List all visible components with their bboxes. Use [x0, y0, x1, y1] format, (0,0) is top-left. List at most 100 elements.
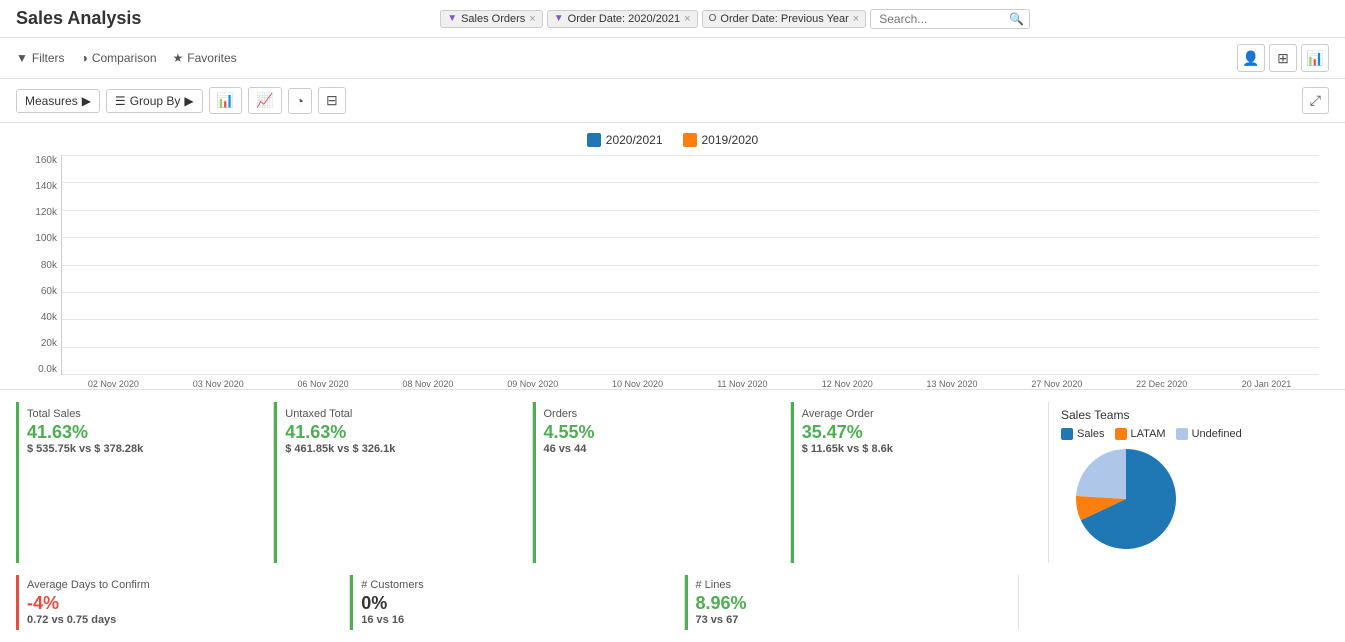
- x-axis-label: 22 Dec 2020: [1109, 379, 1214, 389]
- group-by-icon: ☰: [115, 94, 126, 108]
- x-axis-label: 20 Jan 2021: [1214, 379, 1319, 389]
- comparison-button[interactable]: ◑ Comparison: [81, 51, 157, 65]
- pie-legend-label: Undefined: [1192, 428, 1242, 440]
- x-axis-label: 10 Nov 2020: [585, 379, 690, 389]
- kpi-col: Average Order 35.47% $ 11.65k vs $ 8.6k: [791, 402, 1049, 563]
- chart-legend: 2020/2021 2019/2020: [16, 133, 1329, 147]
- funnel-icon: ▼: [554, 13, 564, 24]
- kpi-sub: 73 vs 67: [696, 614, 1006, 626]
- pie-chart-button[interactable]: ◔: [288, 88, 312, 114]
- filter-tag[interactable]: OOrder Date: Previous Year×: [702, 10, 867, 28]
- funnel-icon: ▼: [447, 13, 457, 24]
- view-chart-button[interactable]: 📊: [1301, 44, 1329, 72]
- kpi-sub: 0.72 vs 0.75 days: [27, 614, 337, 626]
- filters-label: Filters: [32, 51, 65, 65]
- pie-legend-color: [1115, 428, 1127, 440]
- x-axis-label: 12 Nov 2020: [795, 379, 900, 389]
- x-axis-label: 06 Nov 2020: [271, 379, 376, 389]
- filters-button[interactable]: ▼ Filters: [16, 51, 65, 65]
- filter-tag-label: Order Date: Previous Year: [720, 13, 848, 25]
- y-axis-label: 40k: [41, 312, 57, 323]
- x-axis-label: 02 Nov 2020: [61, 379, 166, 389]
- x-axis-label: 09 Nov 2020: [480, 379, 585, 389]
- group-by-arrow-icon: ▶: [184, 94, 193, 108]
- filter-close-icon[interactable]: ×: [529, 13, 535, 25]
- line-chart-button[interactable]: 📈: [248, 87, 281, 114]
- toolbar-left: Measures ▶ ☰ Group By ▶ 📊 📈 ◔ ⊟: [16, 87, 346, 114]
- x-axis-label: 11 Nov 2020: [690, 379, 795, 389]
- favorites-icon: ★: [173, 51, 184, 65]
- search-box[interactable]: 🔍: [870, 9, 1030, 29]
- x-axis-label: 27 Nov 2020: [1004, 379, 1109, 389]
- favorites-button[interactable]: ★ Favorites: [173, 51, 237, 65]
- filter-tag[interactable]: ▼Order Date: 2020/2021×: [547, 10, 698, 28]
- kpi-title: Total Sales: [27, 408, 261, 420]
- kpi-percentage: 0%: [361, 593, 671, 614]
- table-view-button[interactable]: ⊟: [318, 87, 346, 114]
- x-axis-label: 03 Nov 2020: [166, 379, 271, 389]
- search-icon[interactable]: 🔍: [1009, 12, 1024, 26]
- filter-icon: ▼: [16, 51, 28, 65]
- chart-area: 2020/2021 2019/2020 160k140k120k100k80k6…: [0, 123, 1345, 389]
- pie-legend-color: [1061, 428, 1073, 440]
- legend-label-blue: 2020/2021: [606, 133, 663, 147]
- legend-item-orange: 2019/2020: [683, 133, 759, 147]
- kpi-title: Orders: [544, 408, 778, 420]
- measures-label: Measures: [25, 94, 78, 108]
- second-nav: ▼ Filters ◑ Comparison ★ Favorites 👤 ⊞ 📊: [0, 38, 1345, 79]
- filter-tags: ▼Sales Orders×▼Order Date: 2020/2021×OOr…: [141, 9, 1329, 29]
- y-axis-label: 60k: [41, 286, 57, 297]
- measures-arrow-icon: ▶: [82, 94, 91, 108]
- kpi-title: Average Order: [802, 408, 1036, 420]
- legend-color-blue: [587, 133, 601, 147]
- group-by-button[interactable]: ☰ Group By ▶: [106, 89, 203, 113]
- kpi-col: Orders 4.55% 46 vs 44: [533, 402, 791, 563]
- pie-legend-label: Sales: [1077, 428, 1105, 440]
- kpi-percentage: 8.96%: [696, 593, 1006, 614]
- page-title: Sales Analysis: [16, 8, 141, 29]
- bar-chart: [61, 155, 1319, 375]
- y-axis-label: 20k: [41, 338, 57, 349]
- grid-line: [62, 374, 1319, 375]
- legend-label-orange: 2019/2020: [702, 133, 759, 147]
- kpi-title: Average Days to Confirm: [27, 579, 337, 591]
- kpi-row-1: Total Sales 41.63% $ 535.75k vs $ 378.28…: [0, 389, 1345, 575]
- kpi-sub: $ 461.85k vs $ 326.1k: [285, 443, 519, 455]
- filter-tag[interactable]: ▼Sales Orders×: [440, 10, 543, 28]
- search-input[interactable]: [879, 12, 1009, 26]
- kpi-sub: 16 vs 16: [361, 614, 671, 626]
- y-axis-label: 160k: [35, 155, 57, 166]
- kpi-col-2: # Lines 8.96% 73 vs 67: [685, 575, 1019, 630]
- toolbar: Measures ▶ ☰ Group By ▶ 📊 📈 ◔ ⊟ ⤢: [0, 79, 1345, 123]
- view-person-button[interactable]: 👤: [1237, 44, 1265, 72]
- legend-color-orange: [683, 133, 697, 147]
- kpi-percentage: 35.47%: [802, 422, 1036, 443]
- x-axis-label: 13 Nov 2020: [900, 379, 1005, 389]
- y-axis-label: 100k: [35, 233, 57, 244]
- view-table-button[interactable]: ⊞: [1269, 44, 1297, 72]
- kpi-percentage: 41.63%: [285, 422, 519, 443]
- bars-wrapper: [62, 155, 1319, 374]
- pie-legend-label: LATAM: [1131, 428, 1166, 440]
- kpi-title: # Lines: [696, 579, 1006, 591]
- measures-button[interactable]: Measures ▶: [16, 89, 100, 113]
- comparison-label: Comparison: [92, 51, 157, 65]
- pie-legend-item: LATAM: [1115, 428, 1166, 440]
- bar-chart-button[interactable]: 📊: [209, 87, 242, 114]
- top-header: Sales Analysis ▼Sales Orders×▼Order Date…: [0, 0, 1345, 38]
- kpi-title: Untaxed Total: [285, 408, 519, 420]
- pie-segment: [1076, 449, 1126, 499]
- kpi-row-2: Average Days to Confirm -4% 0.72 vs 0.75…: [0, 575, 1345, 642]
- y-axis-labels: 160k140k120k100k80k60k40k20k0.0k: [16, 155, 61, 375]
- legend-item-blue: 2020/2021: [587, 133, 663, 147]
- filter-close-icon[interactable]: ×: [853, 13, 859, 25]
- kpi-col: Untaxed Total 41.63% $ 461.85k vs $ 326.…: [274, 402, 532, 563]
- kpi-col: Total Sales 41.63% $ 535.75k vs $ 378.28…: [16, 402, 274, 563]
- filter-close-icon[interactable]: ×: [684, 13, 690, 25]
- sales-teams: Sales Teams Sales LATAM Undefined: [1049, 402, 1329, 563]
- expand-button[interactable]: ⤢: [1302, 87, 1329, 114]
- y-axis-label: 80k: [41, 260, 57, 271]
- nav-left: ▼ Filters ◑ Comparison ★ Favorites: [16, 51, 237, 65]
- sales-teams-title: Sales Teams: [1061, 408, 1317, 422]
- x-axis-label: 08 Nov 2020: [375, 379, 480, 389]
